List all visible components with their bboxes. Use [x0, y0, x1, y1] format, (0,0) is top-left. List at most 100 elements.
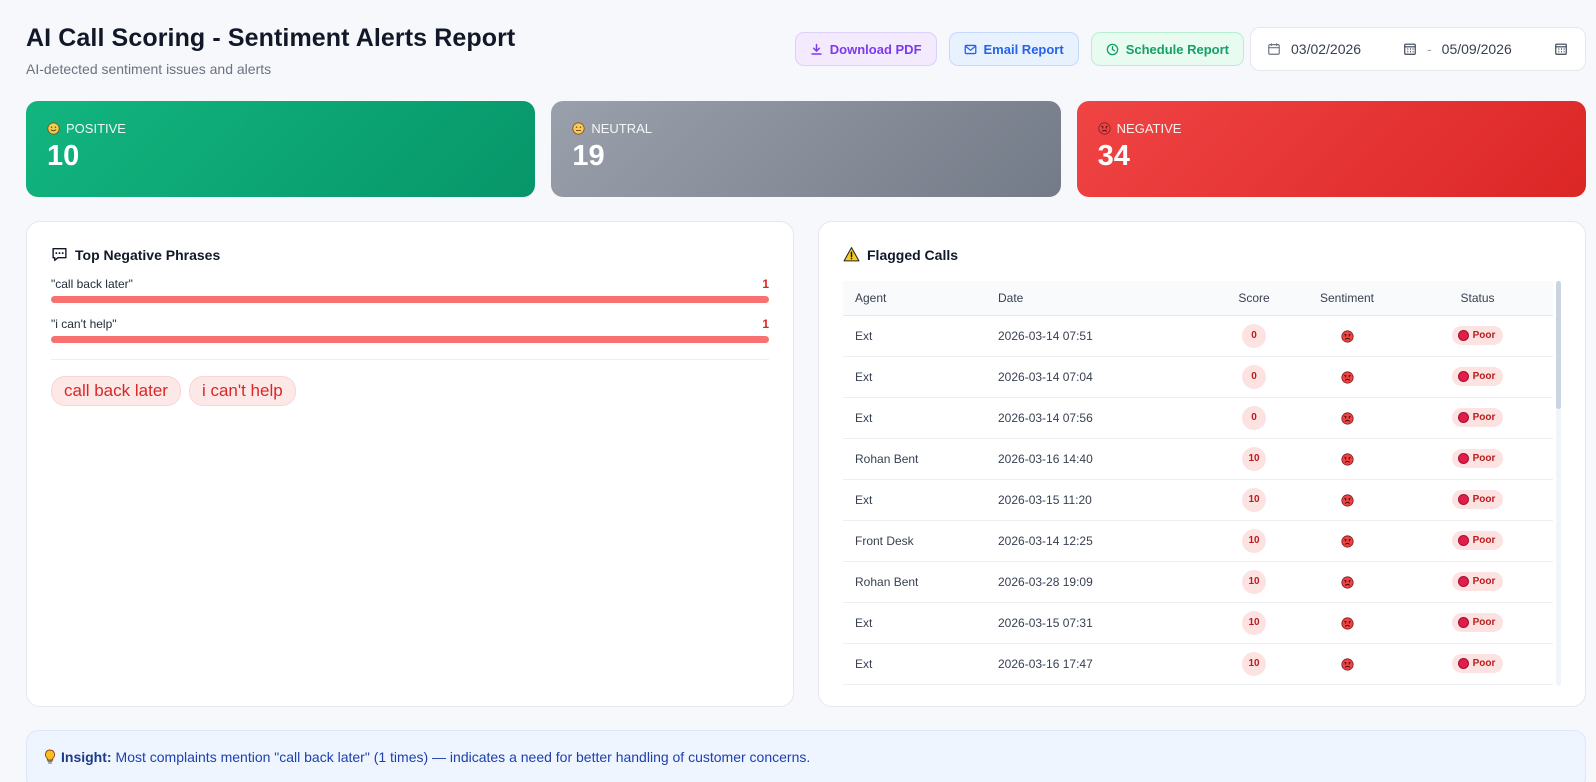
status-label: Poor [1472, 576, 1496, 587]
sentiment-cell [1292, 397, 1402, 439]
agent-cell: Ext [843, 397, 986, 439]
flagged-calls-panel: Flagged Calls Agent Date Score Sentiment… [818, 221, 1586, 707]
calendar-picker-icon[interactable] [1403, 42, 1417, 56]
sentiment-cell [1292, 438, 1402, 480]
positive-count: 10 [47, 140, 80, 172]
lightbulb-icon [45, 749, 55, 764]
phrase-text: "call back later" [51, 277, 133, 291]
date-cell: 2026-03-28 19:09 [986, 561, 1216, 603]
flagged-panel-title: Flagged Calls [867, 246, 959, 263]
flagged-calls-table-container[interactable]: Agent Date Score Sentiment Status Ext 202… [843, 281, 1561, 686]
phrase-item: "i can't help" 1 [51, 317, 769, 343]
email-report-label: Email Report [983, 41, 1064, 57]
schedule-report-label: Schedule Report [1125, 41, 1229, 57]
status-badge: Poor [1451, 449, 1504, 468]
report-actions: Download PDF Email Report Schedule Repor… [794, 32, 1244, 66]
phrase-item: "call back later" 1 [51, 277, 769, 303]
sentiment-cell [1292, 356, 1402, 398]
neutral-count: 19 [572, 140, 605, 172]
positive-label: POSITIVE [66, 121, 126, 136]
positive-card: POSITIVE 10 [26, 101, 536, 197]
sentiment-cell [1292, 479, 1402, 521]
angry-face-icon [1340, 453, 1354, 466]
sentiment-cell [1292, 315, 1402, 357]
download-pdf-button[interactable]: Download PDF [794, 32, 937, 66]
sentiment-cell [1292, 520, 1402, 562]
download-icon [811, 43, 822, 55]
status-badge: Poor [1451, 408, 1504, 427]
status-badge: Poor [1451, 613, 1504, 632]
score-badge: 0 [1242, 405, 1266, 430]
phrase-tag[interactable]: call back later [51, 376, 181, 406]
date-cell: 2026-03-14 12:25 [986, 520, 1216, 562]
score-badge: 10 [1242, 446, 1266, 471]
table-header-row: Agent Date Score Sentiment Status [843, 281, 1553, 316]
column-header-sentiment[interactable]: Sentiment [1292, 281, 1402, 316]
status-dot-icon [1457, 412, 1469, 423]
table-row[interactable]: Front Desk 2026-03-14 12:25 10 Poor [843, 520, 1553, 562]
date-range-picker[interactable]: 03/02/2026 - 05/09/2026 [1250, 27, 1586, 71]
agent-cell: Ext [843, 315, 986, 357]
negative-count: 34 [1097, 140, 1130, 172]
email-report-button[interactable]: Email Report [948, 32, 1079, 66]
neutral-label: NEUTRAL [591, 121, 653, 136]
scrollbar-thumb[interactable] [1556, 281, 1561, 409]
table-row[interactable]: Ext 2026-03-14 07:51 0 Poor [843, 315, 1553, 357]
status-dot-icon [1457, 535, 1469, 546]
warning-icon [843, 247, 860, 262]
calendar-picker-icon[interactable] [1554, 42, 1568, 56]
table-row[interactable]: Ext 2026-03-14 07:56 0 Poor [843, 397, 1553, 439]
status-label: Poor [1472, 658, 1496, 669]
column-header-score[interactable]: Score [1216, 281, 1292, 316]
page-title: AI Call Scoring - Sentiment Alerts Repor… [26, 24, 516, 52]
date-from-input[interactable]: 03/02/2026 [1291, 41, 1403, 57]
phrases-panel-title: Top Negative Phrases [75, 246, 221, 263]
sentiment-cell [1292, 643, 1402, 685]
table-row[interactable]: Ext 2026-03-15 07:31 10 Poor [843, 602, 1553, 644]
phrase-tag[interactable]: i can't help [188, 376, 296, 406]
angry-face-icon [1340, 658, 1354, 671]
schedule-report-button[interactable]: Schedule Report [1090, 32, 1244, 66]
clock-icon [1106, 43, 1118, 55]
agent-cell: Ext [843, 602, 986, 644]
column-header-agent[interactable]: Agent [843, 281, 986, 316]
table-row[interactable]: Ext 2026-03-14 07:04 0 Poor [843, 356, 1553, 398]
date-separator: - [1427, 41, 1432, 57]
top-negative-phrases-panel: Top Negative Phrases "call back later" 1… [26, 221, 794, 707]
date-to-input[interactable]: 05/09/2026 [1442, 41, 1554, 57]
table-row[interactable]: Rohan Bent 2026-03-16 14:40 10 Poor [843, 438, 1553, 480]
status-label: Poor [1472, 617, 1496, 628]
phrase-count: 1 [762, 277, 769, 291]
angry-face-icon [1340, 494, 1354, 507]
score-badge: 0 [1242, 323, 1266, 348]
table-scrollbar[interactable] [1556, 281, 1561, 686]
report-header: AI Call Scoring - Sentiment Alerts Repor… [26, 24, 515, 77]
table-row[interactable]: Ext 2026-03-15 11:20 10 Poor [843, 479, 1553, 521]
table-row[interactable]: Rohan Bent 2026-03-28 19:09 10 Poor [843, 561, 1553, 603]
divider [51, 359, 769, 360]
date-cell: 2026-03-15 11:20 [986, 479, 1216, 521]
status-dot-icon [1457, 494, 1469, 505]
agent-cell: Ext [843, 356, 986, 398]
status-dot-icon [1457, 658, 1469, 669]
angry-face-icon [1340, 412, 1354, 425]
status-badge: Poor [1451, 490, 1504, 509]
sentiment-cell [1292, 561, 1402, 603]
date-cell: 2026-03-16 14:40 [986, 438, 1216, 480]
calendar-icon [1268, 43, 1280, 55]
phrase-text: "i can't help" [51, 317, 117, 331]
status-label: Poor [1472, 371, 1496, 382]
phrase-list: "call back later" 1 "i can't help" 1 [51, 277, 769, 343]
column-header-date[interactable]: Date [986, 281, 1216, 316]
agent-cell: Front Desk [843, 520, 986, 562]
date-cell: 2026-03-14 07:56 [986, 397, 1216, 439]
flagged-calls-table: Agent Date Score Sentiment Status Ext 202… [843, 281, 1553, 685]
status-badge: Poor [1451, 367, 1504, 386]
status-badge: Poor [1451, 654, 1504, 673]
table-row[interactable]: Ext 2026-03-16 17:47 10 Poor [843, 643, 1553, 685]
score-badge: 10 [1242, 569, 1266, 594]
column-header-status[interactable]: Status [1402, 281, 1553, 316]
date-cell: 2026-03-15 07:31 [986, 602, 1216, 644]
status-dot-icon [1457, 371, 1469, 382]
agent-cell: Ext [843, 479, 986, 521]
